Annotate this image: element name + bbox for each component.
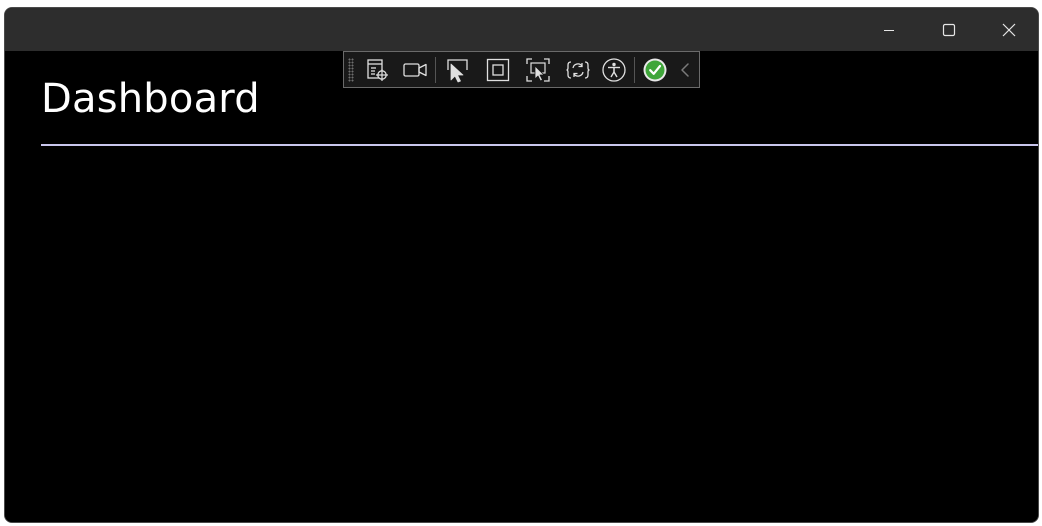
collapse-toolbar-button[interactable] bbox=[674, 56, 696, 84]
track-focused-element-icon bbox=[526, 58, 550, 82]
binding-status-button[interactable] bbox=[641, 56, 669, 84]
checkmark-status-icon bbox=[643, 58, 667, 82]
video-capture-button[interactable] bbox=[401, 56, 429, 84]
in-app-debug-toolbar bbox=[343, 51, 700, 88]
toolbar-grip-handle[interactable] bbox=[348, 58, 354, 82]
display-layout-adorners-icon bbox=[486, 58, 510, 82]
accessibility-checker-button[interactable] bbox=[600, 56, 628, 84]
close-icon bbox=[1002, 23, 1016, 36]
maximize-button[interactable] bbox=[920, 8, 978, 51]
toolbar-separator bbox=[634, 57, 635, 83]
close-button[interactable] bbox=[980, 8, 1038, 51]
page-title: Dashboard bbox=[41, 76, 260, 122]
track-focused-element-button[interactable] bbox=[524, 56, 552, 84]
accessibility-icon bbox=[602, 58, 626, 82]
video-camera-icon bbox=[403, 63, 427, 77]
select-element-icon bbox=[447, 59, 468, 83]
select-element-button[interactable] bbox=[443, 56, 471, 84]
live-visual-tree-icon bbox=[367, 59, 388, 81]
minimize-icon bbox=[884, 29, 894, 31]
hot-reload-button[interactable] bbox=[564, 56, 592, 84]
live-visual-tree-button[interactable] bbox=[364, 56, 392, 84]
toolbar-separator bbox=[435, 57, 436, 83]
title-divider bbox=[41, 144, 1038, 146]
display-layout-adorners-button[interactable] bbox=[484, 56, 512, 84]
main-content: Dashboard bbox=[5, 51, 1038, 522]
minimize-button[interactable] bbox=[860, 8, 918, 51]
hot-reload-icon bbox=[566, 61, 590, 79]
title-bar[interactable] bbox=[5, 8, 1038, 51]
maximize-icon bbox=[942, 23, 956, 36]
chevron-left-icon bbox=[681, 63, 689, 77]
